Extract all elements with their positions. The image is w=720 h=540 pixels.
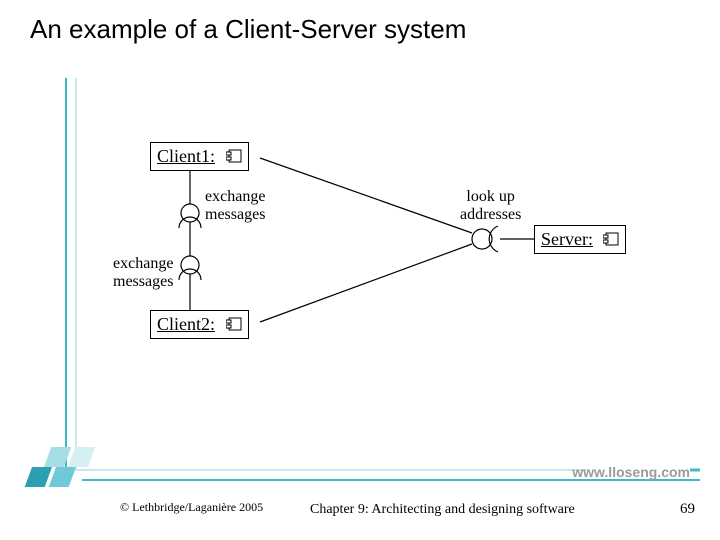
exchange-label-2-line1: exchange (113, 255, 173, 272)
component-icon (226, 146, 242, 168)
client2-label: Client2: (157, 314, 215, 334)
footer-url: www.lloseng.com (572, 464, 690, 480)
exchange-label-2: exchange messages (113, 255, 173, 291)
component-icon (603, 229, 619, 251)
server-node: Server: (534, 225, 626, 254)
client2-node: Client2: (150, 310, 249, 339)
client1-label: Client1: (157, 146, 215, 166)
lookup-label-line2: addresses (460, 206, 521, 223)
footer-chapter: Chapter 9: Architecting and designing so… (310, 502, 575, 518)
exchange-label-1-line2: messages (205, 206, 265, 223)
footer-page-number: 69 (680, 501, 695, 518)
exchange-label-2-line2: messages (113, 273, 173, 290)
client-server-diagram (0, 0, 720, 540)
component-icon (226, 314, 242, 336)
lookup-label: look up addresses (460, 188, 521, 224)
lookup-label-line1: look up (466, 188, 514, 205)
exchange-label-1-line1: exchange (205, 188, 265, 205)
footer-copyright: © Lethbridge/Laganière 2005 (120, 500, 263, 515)
exchange-label-1: exchange messages (205, 188, 265, 224)
slide: An example of a Client-Server system (0, 0, 720, 540)
client1-node: Client1: (150, 142, 249, 171)
server-label: Server: (541, 229, 593, 249)
